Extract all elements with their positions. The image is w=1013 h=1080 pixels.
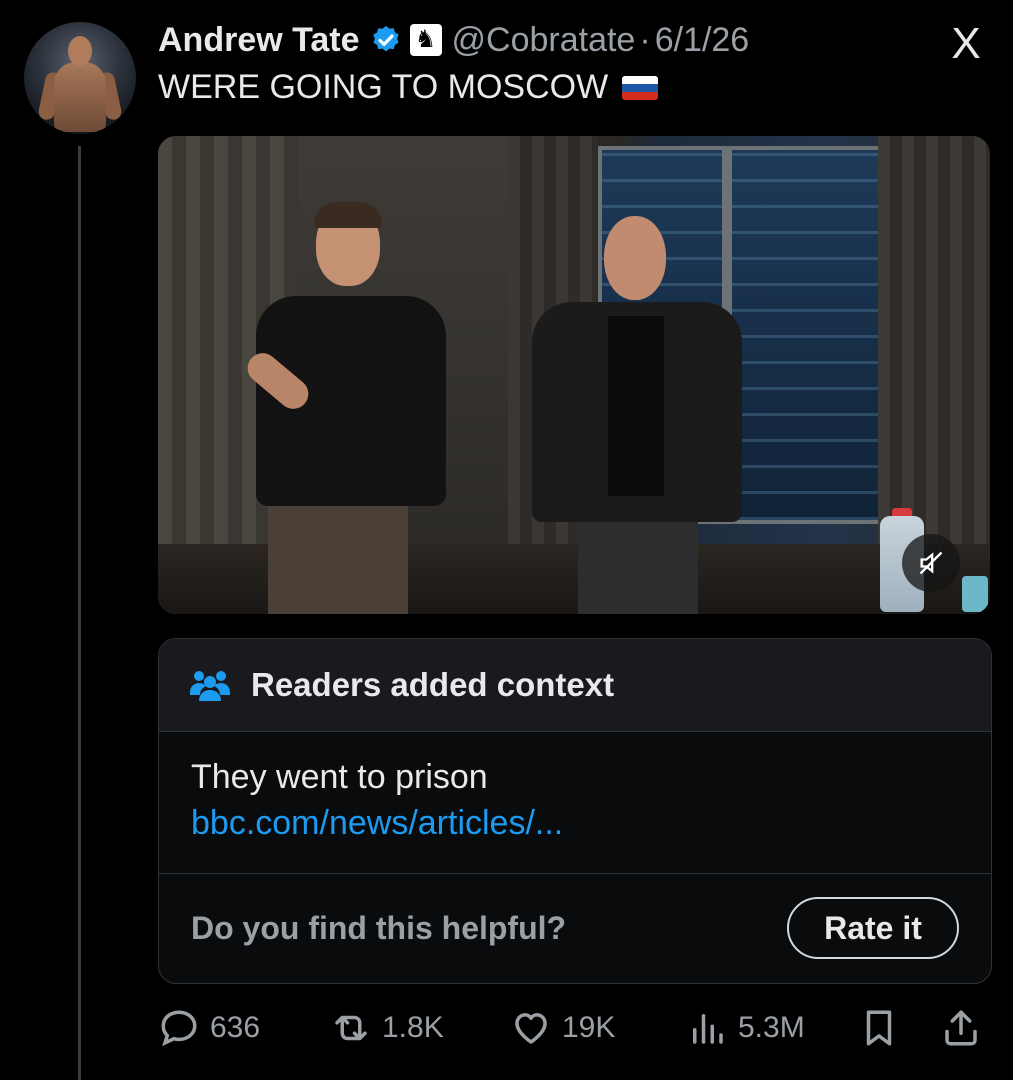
community-note-link[interactable]: bbc.com/news/articles/...: [191, 800, 959, 846]
person-right: [518, 216, 748, 614]
views-button[interactable]: 5.3M: [686, 1000, 805, 1056]
like-button[interactable]: 19K: [510, 1000, 615, 1056]
reply-count: 636: [210, 1011, 261, 1044]
person-right-head: [604, 216, 666, 300]
person-left: [208, 202, 446, 614]
avatar[interactable]: [24, 22, 136, 134]
rate-it-button[interactable]: Rate it: [787, 897, 959, 959]
affiliation-badge-icon[interactable]: ♞: [409, 24, 442, 56]
bookmark-button[interactable]: [858, 1000, 910, 1056]
community-note-text: They went to prison: [191, 758, 488, 796]
verified-badge-icon: [372, 26, 399, 52]
heart-icon: [515, 1013, 547, 1044]
reply-icon: [161, 1010, 197, 1047]
author-handle[interactable]: @Cobratate: [452, 21, 636, 60]
tweet-video[interactable]: [158, 136, 990, 614]
community-note-header: Readers added context: [159, 639, 991, 732]
views-icon: [693, 1014, 723, 1044]
header-separator: ·: [639, 20, 651, 59]
community-note: Readers added context They went to priso…: [158, 638, 992, 984]
helpful-prompt: Do you find this helpful?: [191, 909, 567, 946]
person-left-legs: [268, 506, 408, 614]
tweet-header: Andrew Tate ♞ @Cobratate · 6/1/26: [158, 18, 749, 62]
x-logo-icon: X: [951, 19, 981, 68]
tweet-date[interactable]: 6/1/26: [655, 21, 750, 60]
community-note-footer: Do you find this helpful? Rate it: [159, 874, 991, 982]
russia-flag-icon: [622, 75, 659, 100]
mute-speaker-glyph: [919, 551, 943, 575]
tweet-text-content: WERE GOING TO MOSCOW: [158, 68, 609, 106]
cup: [962, 576, 988, 612]
thread-line: [78, 146, 81, 1080]
bookmark-icon: [866, 1010, 892, 1046]
avatar-figure-head: [68, 36, 92, 66]
repost-button[interactable]: 1.8K: [330, 1000, 444, 1056]
avatar-figure-torso: [54, 62, 106, 132]
repost-icon: [335, 1015, 367, 1041]
repost-count: 1.8K: [382, 1011, 444, 1044]
community-note-body: They went to prison bbc.com/news/article…: [159, 732, 991, 874]
mute-icon[interactable]: [902, 534, 960, 592]
reply-button[interactable]: 636: [158, 1000, 260, 1056]
community-note-title: Readers added context: [251, 666, 615, 703]
share-button[interactable]: [940, 1000, 992, 1056]
author-name[interactable]: Andrew Tate: [158, 21, 360, 60]
person-left-hair: [314, 202, 382, 228]
view-count: 5.3M: [738, 1011, 805, 1044]
tweet-actions: 636 1.8K 19K 5.3M: [158, 1000, 990, 1056]
tweet-text: WERE GOING TO MOSCOW: [158, 68, 659, 107]
person-right-legs: [578, 516, 698, 614]
people-icon: [190, 671, 230, 701]
like-count: 19K: [562, 1011, 616, 1044]
person-right-shirt: [608, 316, 664, 496]
share-icon: [945, 1010, 977, 1046]
